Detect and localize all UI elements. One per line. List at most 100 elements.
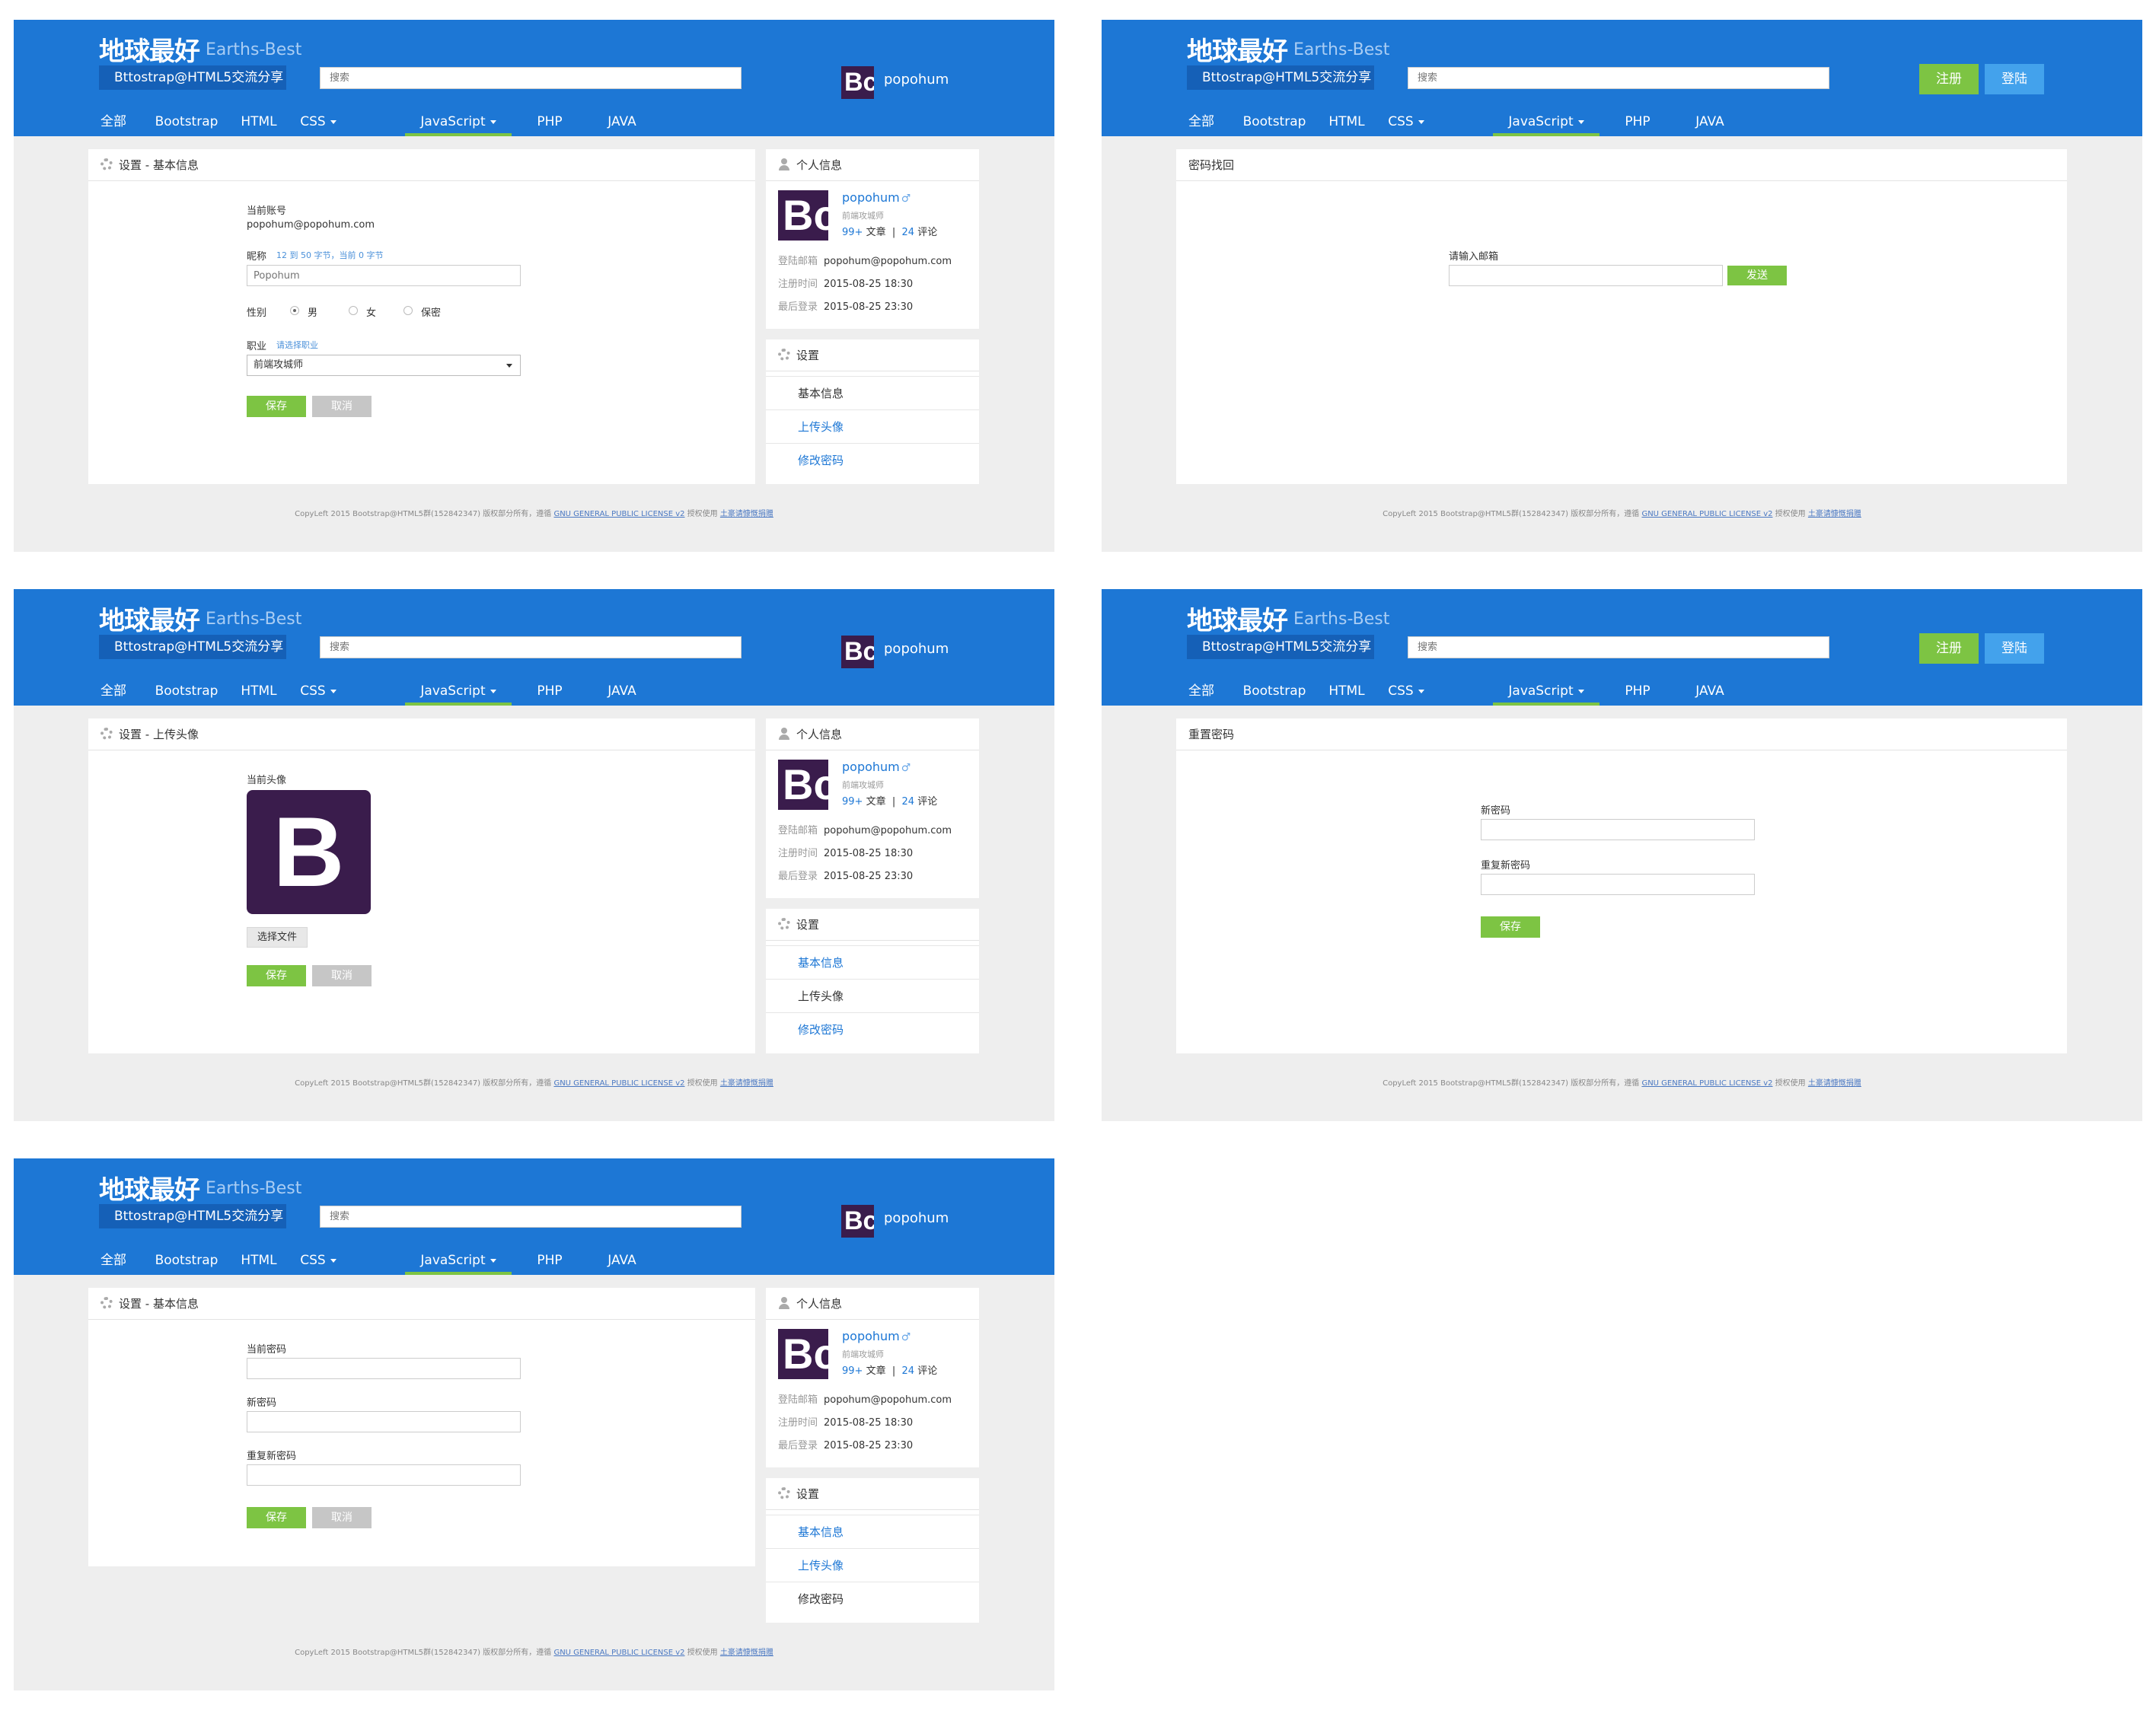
nav-item-html[interactable]: HTML [239,1246,279,1275]
repeat-password-input[interactable] [1481,874,1755,895]
register-button[interactable]: 注册 [1919,633,1979,664]
login-button[interactable]: 登陆 [1985,64,2044,94]
donate-link[interactable]: 土豪请慷慨捐赠 [1808,510,1861,518]
nav-item-php[interactable]: PHP [533,107,566,136]
logo-title[interactable]: 地球最好 [99,600,200,637]
user-avatar[interactable]: Bc [841,66,874,99]
menu-item-change-password[interactable]: 修改密码 [766,443,979,476]
nav-item-javascript[interactable]: JavaScript [1493,677,1599,706]
nav-item-bootstrap[interactable]: Bootstrap [1242,107,1307,136]
cancel-button[interactable]: 取消 [312,396,372,417]
nav-item-all[interactable]: 全部 [99,677,128,706]
save-button[interactable]: 保存 [247,965,306,986]
nav-item-php[interactable]: PHP [533,1246,566,1275]
save-button[interactable]: 保存 [1481,916,1540,938]
nav-item-javascript[interactable]: JavaScript [405,677,512,706]
logo-title[interactable]: 地球最好 [99,30,200,68]
donate-link[interactable]: 土豪请慷慨捐赠 [720,1079,773,1088]
nav-item-html[interactable]: HTML [239,677,279,706]
search-input[interactable] [1408,636,1829,658]
nav-item-css[interactable]: CSS [297,107,340,136]
nav-item-css[interactable]: CSS [297,1246,340,1275]
job-select[interactable]: 前端攻城师 [247,355,521,376]
new-password-input[interactable] [247,1411,521,1432]
profile-name[interactable]: popohum ♂ [842,190,911,205]
articles-count[interactable]: 99+ [842,1365,863,1377]
nav-item-all[interactable]: 全部 [1187,107,1216,136]
nav-item-javascript[interactable]: JavaScript [1493,107,1599,136]
search-input[interactable] [320,636,742,658]
repeat-password-input[interactable] [247,1464,521,1486]
nav-item-javascript[interactable]: JavaScript [405,1246,512,1275]
articles-count[interactable]: 99+ [842,227,863,238]
nav-item-bootstrap[interactable]: Bootstrap [1242,677,1307,706]
header-username[interactable]: popohum [884,72,949,88]
choose-file-button[interactable]: 选择文件 [247,927,308,948]
nav-item-html[interactable]: HTML [1327,677,1367,706]
menu-item-basic-info[interactable]: 基本信息 [766,945,979,979]
comments-count[interactable]: 24 [902,796,915,808]
menu-item-upload-avatar[interactable]: 上传头像 [766,409,979,443]
nav-item-java[interactable]: JAVA [1691,107,1729,136]
nav-item-css[interactable]: CSS [1385,677,1427,706]
profile-name[interactable]: popohum ♂ [842,1329,911,1343]
license-link[interactable]: GNU GENERAL PUBLIC LICENSE v2 [1641,510,1772,518]
nav-item-all[interactable]: 全部 [99,107,128,136]
nav-item-all[interactable]: 全部 [99,1246,128,1275]
nav-item-html[interactable]: HTML [239,107,279,136]
nav-item-javascript[interactable]: JavaScript [405,107,512,136]
menu-item-change-password[interactable]: 修改密码 [766,1012,979,1046]
gender-radio-female[interactable] [349,306,358,315]
header-username[interactable]: popohum [884,1210,949,1226]
nav-item-php[interactable]: PHP [1621,677,1654,706]
email-input[interactable] [1449,265,1723,286]
new-password-input[interactable] [1481,819,1755,840]
menu-item-upload-avatar[interactable]: 上传头像 [766,1548,979,1582]
nav-item-bootstrap[interactable]: Bootstrap [154,1246,219,1275]
comments-count[interactable]: 24 [902,227,915,238]
comments-count[interactable]: 24 [902,1365,915,1377]
nav-item-bootstrap[interactable]: Bootstrap [154,107,219,136]
menu-item-upload-avatar[interactable]: 上传头像 [766,979,979,1012]
save-button[interactable]: 保存 [247,396,306,417]
login-button[interactable]: 登陆 [1985,633,2044,664]
nav-item-html[interactable]: HTML [1327,107,1367,136]
nav-item-java[interactable]: JAVA [603,1246,641,1275]
donate-link[interactable]: 土豪请慷慨捐赠 [720,510,773,518]
license-link[interactable]: GNU GENERAL PUBLIC LICENSE v2 [1641,1079,1772,1088]
license-link[interactable]: GNU GENERAL PUBLIC LICENSE v2 [553,1649,684,1657]
menu-item-basic-info[interactable]: 基本信息 [766,1515,979,1548]
search-input[interactable] [1408,67,1829,89]
nav-item-php[interactable]: PHP [533,677,566,706]
logo-title[interactable]: 地球最好 [99,1169,200,1206]
nav-item-bootstrap[interactable]: Bootstrap [154,677,219,706]
user-avatar[interactable]: Bc [841,1205,874,1238]
articles-count[interactable]: 99+ [842,796,863,808]
donate-link[interactable]: 土豪请慷慨捐赠 [1808,1079,1861,1088]
nav-item-all[interactable]: 全部 [1187,677,1216,706]
search-input[interactable] [320,67,742,89]
search-input[interactable] [320,1206,742,1228]
logo-title[interactable]: 地球最好 [1187,600,1288,637]
nickname-input[interactable] [247,265,521,286]
register-button[interactable]: 注册 [1919,64,1979,94]
nav-item-java[interactable]: JAVA [603,107,641,136]
nav-item-css[interactable]: CSS [1385,107,1427,136]
cancel-button[interactable]: 取消 [312,1507,372,1528]
license-link[interactable]: GNU GENERAL PUBLIC LICENSE v2 [553,1079,684,1088]
menu-item-change-password[interactable]: 修改密码 [766,1582,979,1615]
logo-title[interactable]: 地球最好 [1187,30,1288,68]
user-avatar[interactable]: Bc [841,636,874,668]
send-button[interactable]: 发送 [1727,266,1787,285]
nav-item-php[interactable]: PHP [1621,107,1654,136]
nav-item-java[interactable]: JAVA [1691,677,1729,706]
donate-link[interactable]: 土豪请慷慨捐赠 [720,1649,773,1657]
profile-name[interactable]: popohum ♂ [842,760,911,774]
save-button[interactable]: 保存 [247,1507,306,1528]
cancel-button[interactable]: 取消 [312,965,372,986]
menu-item-basic-info[interactable]: 基本信息 [766,376,979,409]
gender-radio-male[interactable] [290,306,299,315]
header-username[interactable]: popohum [884,641,949,657]
license-link[interactable]: GNU GENERAL PUBLIC LICENSE v2 [553,510,684,518]
gender-radio-secret[interactable] [403,306,413,315]
